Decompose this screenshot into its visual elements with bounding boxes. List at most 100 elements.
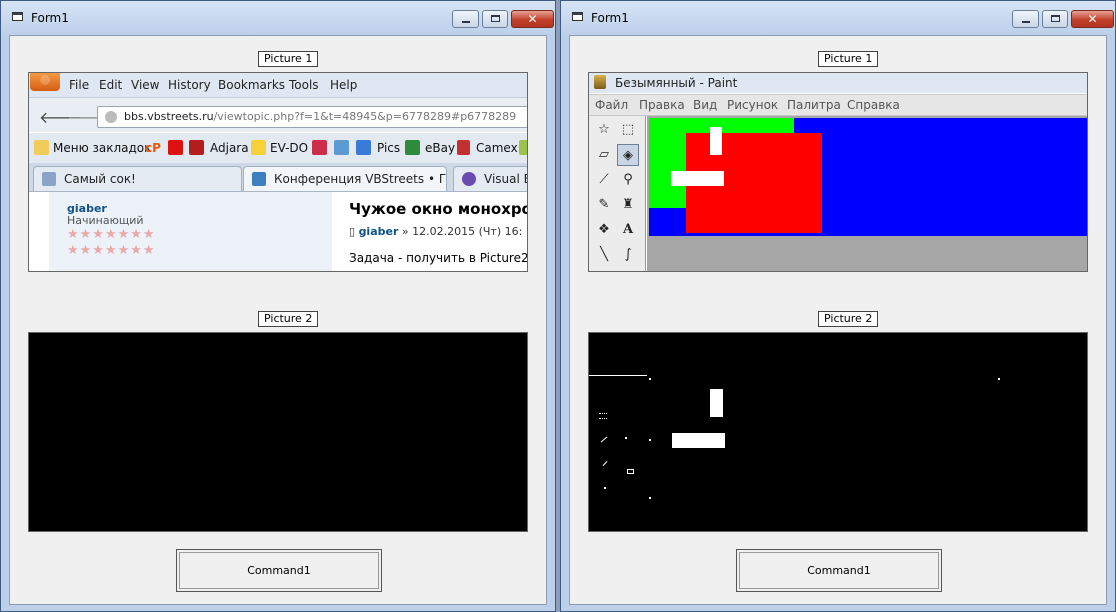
bookmark-pics: Pics xyxy=(377,141,401,155)
close-button[interactable]: ✕ xyxy=(511,10,554,28)
vb-icon xyxy=(462,172,476,186)
camex-icon xyxy=(457,140,470,155)
text-icon: A xyxy=(622,222,634,237)
post-rank: Начинающий xyxy=(67,214,144,227)
menu-file: File xyxy=(69,78,90,92)
select-free-icon: ☆ xyxy=(598,122,610,137)
ebay-icon xyxy=(405,140,420,155)
paint-canvas xyxy=(649,118,1087,236)
picture1-box[interactable]: File Edit View History Bookmarks Tools H… xyxy=(28,72,528,272)
firefox-logo-icon xyxy=(30,73,60,91)
picture2-box[interactable] xyxy=(28,332,528,532)
evdo-icon xyxy=(251,140,266,155)
white-rect-horizontal xyxy=(671,171,724,186)
paint-menubar: Файл Правка Вид Рисунок Палитра Справка xyxy=(589,94,1087,116)
mono-white-vertical xyxy=(710,389,723,417)
bookmark-adjara: Adjara xyxy=(210,141,249,155)
menu-palette: Палитра xyxy=(787,98,841,112)
mono-dot xyxy=(649,497,651,499)
white-rect-vertical xyxy=(710,127,722,155)
tab-visual-basic: Visual Ba xyxy=(453,166,527,191)
magnifier-icon: ⚲ xyxy=(623,172,633,187)
tab-label: Конференция VBStreets • Гла... xyxy=(274,172,447,186)
google-icon xyxy=(356,140,371,155)
paint-workspace xyxy=(647,116,1087,271)
command1-button[interactable]: Command1 xyxy=(176,549,382,592)
bookmark-evdo: EV-DO xyxy=(270,141,309,155)
pencil-icon: ✎ xyxy=(598,197,610,212)
minimize-button[interactable] xyxy=(1012,10,1039,28)
mono-line xyxy=(589,375,647,376)
select-rect-icon: ⬚ xyxy=(621,122,635,137)
form-client-area: Picture 1 Безымянный - Paint Файл Правка… xyxy=(569,35,1107,605)
rank-stars: ★★★★★★★ xyxy=(67,243,156,258)
command1-button[interactable]: Command1 xyxy=(736,549,942,592)
translate-icon xyxy=(334,140,349,155)
bookmarks-bar: Меню закладок cP Adjara EV-DO Pics eBay … xyxy=(29,133,527,163)
menu-file: Файл xyxy=(595,98,629,112)
menu-help: Help xyxy=(330,78,358,92)
page-content: giaber Начинающий ★★★★★★★ ★★★★★★★ Чужое … xyxy=(29,192,527,271)
maximize-icon xyxy=(491,15,500,22)
line-icon: ╲ xyxy=(600,247,608,262)
tab-label: Самый сок! xyxy=(64,172,136,186)
title-bar[interactable]: Form1 ✕ xyxy=(1,1,555,35)
fill-icon: ◈ xyxy=(617,144,639,166)
form-icon xyxy=(572,12,583,21)
menu-history: History xyxy=(168,78,211,92)
tab-label: Visual Ba xyxy=(484,172,527,186)
url-text: bbs.vbstreets.ru/viewtopic.php?f=1&t=489… xyxy=(124,110,517,123)
mono-dot xyxy=(625,437,627,439)
close-icon: ✕ xyxy=(527,12,538,26)
mono-dot xyxy=(604,487,606,489)
m-icon xyxy=(312,140,327,155)
picture2-label: Picture 2 xyxy=(818,311,879,327)
bookmark-cp: cP xyxy=(145,141,161,155)
menu-tools: Tools xyxy=(289,78,319,92)
globe-icon xyxy=(105,111,117,123)
user-icon xyxy=(42,172,56,186)
adjara-icon xyxy=(189,140,204,155)
mono-pencil-trace xyxy=(602,461,608,466)
form-icon xyxy=(12,12,23,21)
brush-icon: ♜ xyxy=(622,197,634,212)
picture1-label: Picture 1 xyxy=(818,51,879,67)
menu-edit: Edit xyxy=(99,78,123,92)
curve-icon: ∫ xyxy=(624,247,632,262)
window-title: Form1 xyxy=(591,11,629,25)
menu-bookmarks: Bookmarks xyxy=(218,78,286,92)
command1-label: Command1 xyxy=(807,564,871,577)
leaf-icon xyxy=(519,140,527,155)
menu-view: Вид xyxy=(693,98,718,112)
youtube-icon xyxy=(168,140,183,155)
form-client-area: Picture 1 File Edit View History Bookmar… xyxy=(9,35,547,605)
maximize-button[interactable] xyxy=(482,10,508,28)
picker-icon: ⟋ xyxy=(599,172,609,187)
minimize-icon xyxy=(462,21,470,23)
folder-icon xyxy=(34,140,49,155)
airbrush-icon: ❖ xyxy=(598,222,610,237)
paint-toolbox: ☆ ⬚ ▱ ◈ ⟋ ⚲ ✎ ♜ ❖ A ╲ ∫ xyxy=(589,116,646,271)
url-bar: bbs.vbstreets.ru/viewtopic.php?f=1&t=489… xyxy=(97,106,527,128)
tab-conference: Конференция VBStreets • Гла... xyxy=(243,166,447,191)
browser-navbar: 🡐 🡒 bbs.vbstreets.ru/viewtopic.php?f=1&t… xyxy=(29,98,527,132)
menu-help: Справка xyxy=(847,98,900,112)
picture1-box[interactable]: Безымянный - Paint Файл Правка Вид Рисун… xyxy=(588,72,1088,272)
mono-picker-trace xyxy=(600,436,608,443)
picture2-box[interactable] xyxy=(588,332,1088,532)
minimize-button[interactable] xyxy=(452,10,479,28)
tab-strip: Самый сок! Конференция VBStreets • Гла..… xyxy=(29,163,527,192)
paint-title: Безымянный - Paint xyxy=(615,76,738,90)
form1-window-left: Form1 ✕ Picture 1 File Edit View History… xyxy=(0,0,556,612)
post-meta: ▯ giaber » 12.02.2015 (Чт) 16: xyxy=(349,225,523,238)
minimize-icon xyxy=(1022,21,1030,23)
post-title: Чужое окно монохром xyxy=(349,200,528,218)
mono-eraser-trace xyxy=(599,413,607,419)
maximize-icon xyxy=(1051,15,1060,22)
rank-stars: ★★★★★★★ xyxy=(67,227,156,242)
form1-window-right: Form1 ✕ Picture 1 Безымянный - Paint Фай… xyxy=(560,0,1116,612)
paint-icon xyxy=(594,75,606,89)
title-bar[interactable]: Form1 ✕ xyxy=(561,1,1115,35)
maximize-button[interactable] xyxy=(1042,10,1068,28)
close-button[interactable]: ✕ xyxy=(1071,10,1114,28)
